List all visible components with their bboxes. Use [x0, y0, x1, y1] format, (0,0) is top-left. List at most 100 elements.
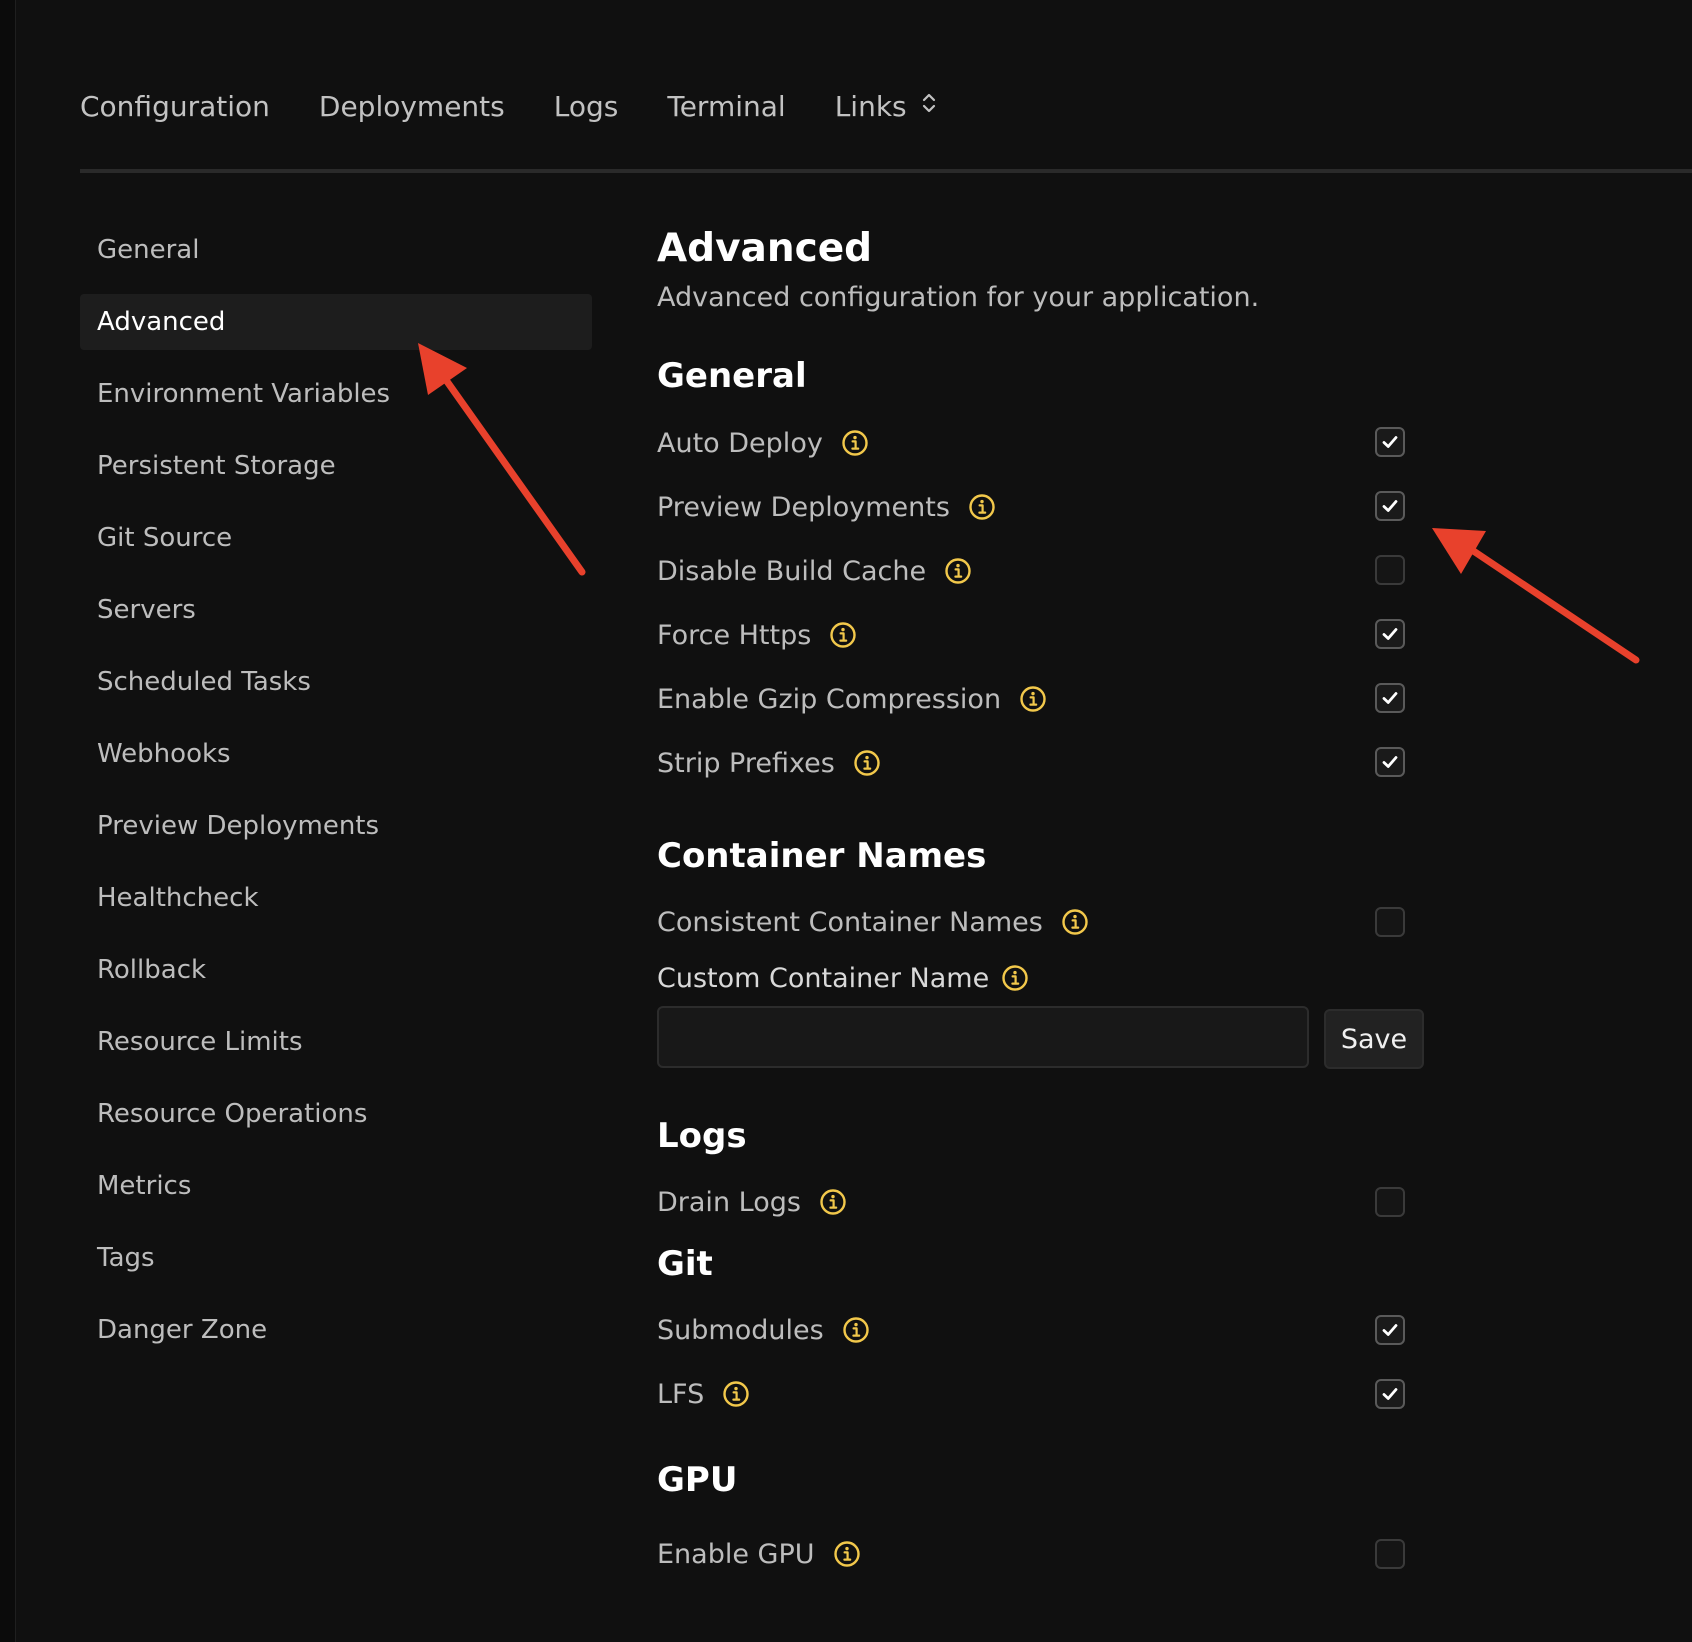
info-icon[interactable]: [944, 557, 972, 585]
save-button[interactable]: Save: [1324, 1009, 1424, 1069]
sidebar-item-label: Webhooks: [97, 739, 231, 769]
check-icon: [1382, 1388, 1398, 1400]
sidebar-item-resource-limits[interactable]: Resource Limits: [80, 1014, 592, 1070]
option-label: Preview Deployments: [657, 491, 950, 523]
page-title: Advanced: [657, 226, 873, 271]
option-label: Drain Logs: [657, 1186, 801, 1218]
section-title-gpu: GPU: [657, 1460, 738, 1500]
strip-prefixes-checkbox[interactable]: [1375, 747, 1405, 777]
option-label: Enable GPU: [657, 1538, 815, 1570]
consistent-container-names-checkbox[interactable]: [1375, 907, 1405, 937]
sidebar-item-healthcheck[interactable]: Healthcheck: [80, 870, 592, 926]
page-subtitle: Advanced configuration for your applicat…: [657, 282, 1260, 313]
option-label: Auto Deploy: [657, 427, 823, 459]
option-preview-deployments-label: Preview Deployments: [657, 487, 996, 527]
sidebar-item-label: Resource Operations: [97, 1099, 368, 1129]
enable-gpu-checkbox[interactable]: [1375, 1539, 1405, 1569]
info-icon[interactable]: [968, 493, 996, 521]
chevron-up-down-icon: [921, 90, 937, 123]
auto-deploy-checkbox[interactable]: [1375, 427, 1405, 457]
option-label: Disable Build Cache: [657, 555, 927, 587]
sidebar-item-scheduled-tasks[interactable]: Scheduled Tasks: [80, 654, 592, 710]
tab-label: Terminal: [667, 90, 786, 123]
sidebar-item-git-source[interactable]: Git Source: [80, 510, 592, 566]
option-drain-logs-label: Drain Logs: [657, 1182, 847, 1222]
sidebar-item-label: Git Source: [97, 523, 233, 553]
info-icon[interactable]: [842, 1316, 870, 1344]
option-force-https-label: Force Https: [657, 615, 857, 655]
custom-container-name-input[interactable]: [657, 1006, 1309, 1068]
info-icon[interactable]: [853, 749, 881, 777]
sidebar-item-advanced[interactable]: Advanced: [80, 294, 592, 350]
section-title-logs: Logs: [657, 1116, 747, 1156]
sidebar-item-general[interactable]: General: [80, 222, 592, 278]
info-icon[interactable]: [722, 1380, 750, 1408]
info-icon[interactable]: [1019, 685, 1047, 713]
sidebar-item-label: Metrics: [97, 1171, 192, 1201]
top-tabs: Configuration Deployments Logs Terminal …: [80, 90, 937, 123]
tab-logs[interactable]: Logs: [554, 90, 619, 123]
sidebar-item-label: Danger Zone: [97, 1315, 268, 1345]
sidebar-item-preview-deployments[interactable]: Preview Deployments: [80, 798, 592, 854]
sidebar-item-label: Resource Limits: [97, 1027, 303, 1057]
info-icon[interactable]: [819, 1188, 847, 1216]
sidebar-item-label: General: [97, 235, 200, 265]
tab-deployments[interactable]: Deployments: [319, 90, 505, 123]
preview-deployments-checkbox[interactable]: [1375, 491, 1405, 521]
tab-label: Logs: [553, 90, 619, 123]
disable-build-cache-checkbox[interactable]: [1375, 555, 1405, 585]
field-label-text: Custom Container Name: [657, 962, 990, 994]
sidebar-item-rollback[interactable]: Rollback: [80, 942, 592, 998]
section-title-general: General: [657, 356, 807, 396]
option-disable-build-cache-label: Disable Build Cache: [657, 551, 972, 591]
sidebar-item-danger-zone[interactable]: Danger Zone: [80, 1302, 592, 1358]
tabs-divider: [80, 169, 1692, 173]
option-label: LFS: [657, 1378, 705, 1410]
tab-configuration[interactable]: Configuration: [80, 90, 270, 123]
sidebar-item-webhooks[interactable]: Webhooks: [80, 726, 592, 782]
tab-label: Deployments: [318, 90, 505, 123]
sidebar-item-servers[interactable]: Servers: [80, 582, 592, 638]
option-label: Submodules: [657, 1314, 824, 1346]
sidebar-item-persistent-storage[interactable]: Persistent Storage: [80, 438, 592, 494]
option-label: Force Https: [657, 619, 812, 651]
check-icon: [1382, 628, 1398, 640]
check-icon: [1382, 436, 1398, 448]
sidebar-item-label: Servers: [97, 595, 196, 625]
check-icon: [1382, 1324, 1398, 1336]
enable-gzip-compression-checkbox[interactable]: [1375, 683, 1405, 713]
section-title-container-names: Container Names: [657, 836, 987, 876]
lfs-checkbox[interactable]: [1375, 1379, 1405, 1409]
sidebar-item-resource-operations[interactable]: Resource Operations: [80, 1086, 592, 1142]
window-edge: [0, 0, 16, 1642]
section-title-git: Git: [657, 1244, 713, 1284]
info-icon[interactable]: [841, 429, 869, 457]
info-icon[interactable]: [829, 621, 857, 649]
info-icon[interactable]: [833, 1540, 861, 1568]
info-icon[interactable]: [1001, 964, 1029, 992]
sidebar-item-label: Healthcheck: [97, 883, 259, 913]
settings-sidebar: General Advanced Environment Variables P…: [80, 222, 592, 1374]
option-auto-deploy-label: Auto Deploy: [657, 423, 869, 463]
sidebar-item-environment-variables[interactable]: Environment Variables: [80, 366, 592, 422]
tab-terminal[interactable]: Terminal: [667, 90, 785, 123]
submodules-checkbox[interactable]: [1375, 1315, 1405, 1345]
option-enable-gzip-compression-label: Enable Gzip Compression: [657, 679, 1047, 719]
option-label: Strip Prefixes: [657, 747, 835, 779]
sidebar-item-label: Environment Variables: [97, 379, 391, 409]
custom-container-name-label: Custom Container Name: [657, 958, 1029, 998]
sidebar-item-label: Tags: [97, 1243, 155, 1273]
option-label: Enable Gzip Compression: [657, 683, 1002, 715]
force-https-checkbox[interactable]: [1375, 619, 1405, 649]
sidebar-item-label: Advanced: [97, 307, 226, 337]
tab-label: Links: [834, 90, 907, 123]
info-icon[interactable]: [1061, 908, 1089, 936]
drain-logs-checkbox[interactable]: [1375, 1187, 1405, 1217]
sidebar-item-tags[interactable]: Tags: [80, 1230, 592, 1286]
tab-links[interactable]: Links: [835, 90, 937, 123]
option-submodules-label: Submodules: [657, 1310, 870, 1350]
sidebar-item-metrics[interactable]: Metrics: [80, 1158, 592, 1214]
option-strip-prefixes-label: Strip Prefixes: [657, 743, 881, 783]
sidebar-item-label: Preview Deployments: [97, 811, 380, 841]
arrow-to-checkboxes: [1432, 528, 1640, 664]
